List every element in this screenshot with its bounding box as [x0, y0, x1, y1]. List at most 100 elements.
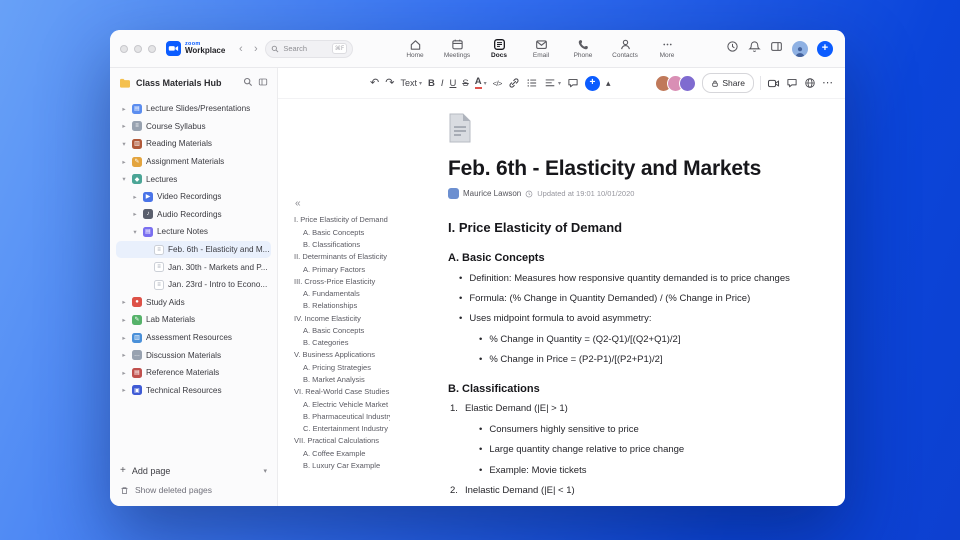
chevron-right-icon[interactable]: ▸: [120, 316, 128, 324]
bold-button[interactable]: B: [428, 78, 435, 89]
history-icon[interactable]: [726, 40, 739, 58]
language-button[interactable]: [804, 77, 816, 89]
chevron-right-icon[interactable]: ▸: [120, 105, 128, 113]
doc-title[interactable]: Feb. 6th - Elasticity and Markets: [448, 157, 845, 181]
collaborator-avatar[interactable]: [679, 74, 697, 92]
toc-item[interactable]: B. Classifications: [294, 239, 390, 251]
chevron-down-icon[interactable]: ▾: [120, 140, 128, 148]
align-button[interactable]: ▾: [544, 77, 561, 89]
collapse-outline-icon[interactable]: «: [295, 199, 390, 209]
tab-home[interactable]: Home: [398, 38, 432, 59]
new-item-plus-button[interactable]: +: [817, 40, 833, 57]
chevron-right-icon[interactable]: ▸: [120, 351, 128, 359]
bullet-list-item[interactable]: • Example: Movie tickets: [479, 465, 845, 477]
sidebar-item[interactable]: ▸ ▤ Reference Materials: [116, 364, 271, 382]
user-avatar[interactable]: [792, 40, 808, 57]
bullet-list-item[interactable]: • Consumers highly sensitive to price: [479, 424, 845, 436]
forward-button[interactable]: ›: [248, 41, 263, 56]
toc-item[interactable]: B. Pharmaceutical Industry: [294, 411, 390, 423]
toc-item[interactable]: B. Market Analysis: [294, 374, 390, 386]
sidebar-item[interactable]: ▾ ▤ Lecture Notes: [116, 223, 271, 241]
global-search-input[interactable]: Search ⌘F: [265, 39, 354, 58]
doc-subheading[interactable]: A. Basic Concepts: [448, 252, 845, 264]
maximize-button[interactable]: [148, 44, 156, 53]
toc-item[interactable]: I. Price Elasticity of Demand: [294, 214, 390, 226]
chevron-right-icon[interactable]: ▸: [131, 210, 139, 218]
start-video-button[interactable]: [767, 77, 780, 90]
chevron-right-icon[interactable]: ▸: [120, 334, 128, 342]
sidebar-item[interactable]: ▸ ▶ Video Recordings: [116, 188, 271, 206]
collaborator-avatars[interactable]: [655, 74, 697, 92]
code-button[interactable]: </>: [493, 79, 503, 88]
tab-meetings[interactable]: Meetings: [440, 38, 474, 59]
toc-item[interactable]: C. Entertainment Industry: [294, 423, 390, 435]
toc-item[interactable]: A. Coffee Example: [294, 447, 390, 459]
tab-docs[interactable]: Docs: [482, 38, 516, 59]
tab-email[interactable]: Email: [524, 38, 558, 59]
toc-item[interactable]: IV. Income Elasticity: [294, 312, 390, 324]
underline-button[interactable]: U: [449, 78, 456, 89]
doc-heading[interactable]: I. Price Elasticity of Demand: [448, 220, 845, 235]
toc-item[interactable]: B. Categories: [294, 337, 390, 349]
chevron-down-icon[interactable]: ▾: [120, 175, 128, 183]
text-style-selector[interactable]: Text ▾: [400, 78, 422, 88]
chevron-right-icon[interactable]: ▸: [120, 369, 128, 377]
chevron-down-icon[interactable]: ▾: [131, 228, 139, 236]
insert-block-button[interactable]: +: [584, 75, 600, 91]
toc-item[interactable]: A. Electric Vehicle Market: [294, 398, 390, 410]
chevron-right-icon[interactable]: ▸: [120, 122, 128, 130]
toc-item[interactable]: III. Cross-Price Elasticity: [294, 275, 390, 287]
chat-button[interactable]: [786, 77, 798, 89]
back-button[interactable]: ‹: [233, 41, 248, 56]
undo-button[interactable]: ↶: [370, 77, 379, 89]
sidebar-item[interactable]: ▸ ▣ Technical Resources: [116, 382, 271, 400]
toc-item[interactable]: A. Pricing Strategies: [294, 361, 390, 373]
sidebar-item[interactable]: ▸ ● Study Aids: [116, 294, 271, 312]
strikethrough-button[interactable]: S: [462, 78, 468, 89]
sidebar-item[interactable]: ▸ … Discussion Materials: [116, 346, 271, 364]
bullet-list-item[interactable]: • Large quantity change relative to price…: [479, 444, 845, 456]
font-color-button[interactable]: A ▾: [474, 76, 487, 90]
sidebar-item[interactable]: ≡ Jan. 30th - Markets and P...: [116, 258, 271, 276]
sidebar-item[interactable]: ▸ ✎ Assignment Materials: [116, 153, 271, 171]
toc-item[interactable]: B. Luxury Car Example: [294, 460, 390, 472]
document-editor[interactable]: Feb. 6th - Elasticity and Markets Mauric…: [448, 99, 845, 506]
tab-contacts[interactable]: Contacts: [608, 38, 642, 59]
share-button[interactable]: Share: [702, 73, 754, 93]
italic-button[interactable]: I: [441, 78, 444, 89]
chevron-down-icon[interactable]: ▾: [263, 467, 267, 475]
bullet-list-button[interactable]: [526, 77, 538, 89]
chevron-right-icon[interactable]: ▸: [131, 193, 139, 201]
sidebar-item[interactable]: ≡ Feb. 6th - Elasticity and M...: [116, 240, 271, 259]
sidebar-item[interactable]: ▾ ▥ Reading Materials: [116, 135, 271, 153]
numbered-list-item[interactable]: 2. Inelastic Demand (|E| < 1): [450, 485, 845, 497]
toc-item[interactable]: B. Relationships: [294, 300, 390, 312]
minimize-button[interactable]: [134, 44, 142, 53]
add-page-button[interactable]: + Add page ▾: [120, 465, 267, 476]
tab-phone[interactable]: Phone: [566, 38, 600, 59]
bullet-list-item[interactable]: • Formula: (% Change in Quantity Demanded…: [459, 293, 845, 305]
show-deleted-pages-button[interactable]: Show deleted pages: [120, 485, 267, 495]
toc-item[interactable]: A. Basic Concepts: [294, 325, 390, 337]
toc-item[interactable]: A. Basic Concepts: [294, 226, 390, 238]
chevron-right-icon[interactable]: ▸: [120, 386, 128, 394]
redo-button[interactable]: ↷: [385, 77, 394, 89]
sidebar-item[interactable]: ▸ ✎ Lab Materials: [116, 311, 271, 329]
sidebar-item[interactable]: ▸ ▤ Lecture Slides/Presentations: [116, 100, 271, 118]
collapse-sidebar-icon[interactable]: [258, 74, 268, 92]
side-panel-icon[interactable]: [770, 40, 783, 58]
toc-item[interactable]: VI. Real-World Case Studies: [294, 386, 390, 398]
bullet-list-item[interactable]: • Uses midpoint formula to avoid asymmetr…: [459, 313, 845, 325]
toc-item[interactable]: V. Business Applications: [294, 349, 390, 361]
comment-button[interactable]: [567, 77, 579, 89]
notifications-bell-icon[interactable]: [748, 40, 761, 58]
close-button[interactable]: [120, 44, 128, 53]
bullet-list-item[interactable]: • % Change in Quantity = (Q2-Q1)/[(Q2+Q1)…: [479, 334, 845, 346]
numbered-list-item[interactable]: 1. Elastic Demand (|E| > 1): [450, 403, 845, 415]
sidebar-item[interactable]: ▾ ◆ Lectures: [116, 170, 271, 188]
collapse-toolbar-button[interactable]: ▴: [606, 78, 611, 89]
sidebar-item[interactable]: ▸ ♪ Audio Recordings: [116, 206, 271, 224]
bullet-list-item[interactable]: • % Change in Price = (P2-P1)/[(P2+P1)/2]: [479, 354, 845, 366]
sidebar-item[interactable]: ▸ ≡ Course Syllabus: [116, 118, 271, 136]
doc-subheading[interactable]: B. Classifications: [448, 383, 845, 395]
